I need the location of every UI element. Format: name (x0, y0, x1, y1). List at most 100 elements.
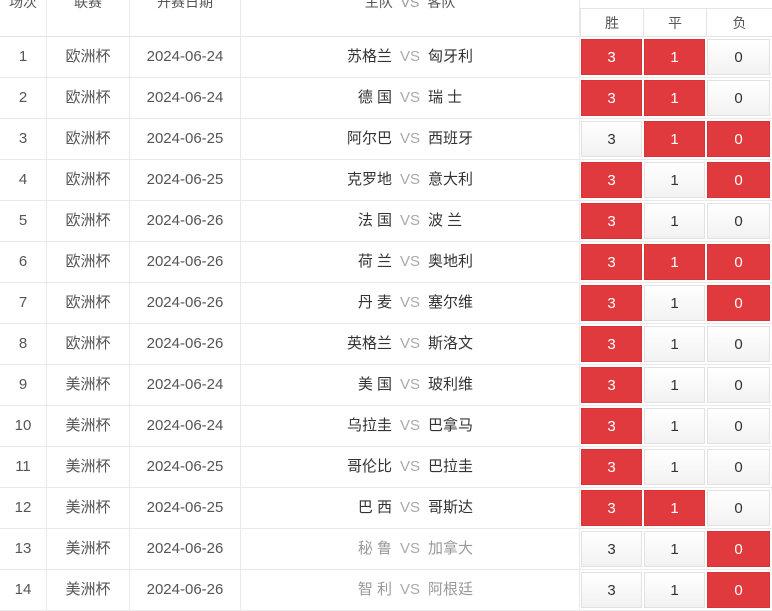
draw-odds-button[interactable]: 1 (644, 80, 705, 116)
win-odds-button[interactable]: 3 (581, 367, 642, 403)
draw-odds-button[interactable]: 1 (644, 326, 705, 362)
league-name: 美洲杯 (65, 458, 111, 475)
table-row: 5 欧洲杯 2024-06-26 法 国 VS 波 兰 310 (0, 201, 772, 242)
draw-odds-button[interactable]: 1 (644, 203, 705, 239)
win-odds-button[interactable]: 3 (581, 80, 642, 116)
vs-label: VS (399, 540, 420, 557)
header-lose: 负 (706, 8, 772, 36)
header-away: 客队 (427, 0, 456, 10)
table-row: 9 美洲杯 2024-06-24 美 国 VS 玻利维 3 1 0 (0, 365, 772, 406)
column-divider (240, 0, 241, 611)
league-name: 欧洲杯 (65, 212, 111, 229)
home-team: 法 国 (357, 212, 392, 229)
win-odds-button[interactable]: 3 (581, 244, 642, 280)
win-odds-button[interactable]: 3 (581, 39, 642, 75)
vs-label: VS (399, 48, 420, 65)
lose-odds-button[interactable]: 0 (707, 39, 770, 75)
lose-odds-button[interactable]: 0 (707, 490, 770, 526)
away-team: 意大利 (428, 171, 474, 188)
lose-odds-button[interactable]: 0 (707, 285, 770, 321)
draw-odds-button[interactable]: 1 (644, 39, 705, 75)
table-row: 14 美洲杯 2024-06-26 智 利 VS 阿根廷 3 1 0 (0, 570, 772, 611)
match-index: 11 (15, 458, 31, 475)
table-row: 8 欧洲杯 2024-06-26 英格兰 VS 斯洛文 3 1 0 (0, 324, 772, 365)
win-odds-button[interactable]: 3 (581, 449, 642, 485)
match-date: 2024-06-25 (146, 499, 224, 516)
match-date: 2024-06-25 (146, 458, 224, 475)
win-odds-button[interactable]: 3 (581, 162, 642, 198)
match-index: 3 (18, 130, 28, 147)
lose-odds-button[interactable]: 0 (707, 121, 770, 157)
match-date: 2024-06-24 (146, 48, 224, 65)
lose-odds-button[interactable]: 0 (707, 408, 770, 444)
away-team: 波 兰 (428, 212, 463, 229)
vs-label: VS (399, 376, 420, 393)
away-team: 巴拿马 (428, 417, 474, 434)
win-odds-button[interactable]: 3 (581, 408, 642, 444)
lose-odds-button[interactable]: 0 (707, 80, 770, 116)
match-table: 场次 联赛 开赛日期 主队 VS 客队 胜 平 负 1 欧洲杯 2024-06-24… (0, 0, 772, 611)
home-team: 丹 麦 (357, 294, 392, 311)
vs-label: VS (399, 581, 420, 598)
header-league: 联赛 (74, 0, 102, 10)
lose-odds-button[interactable]: 0 (707, 244, 770, 280)
league-name: 欧洲杯 (65, 130, 111, 147)
lose-odds-button[interactable]: 0 (707, 449, 770, 485)
vs-label: VS (399, 458, 420, 475)
league-name: 欧洲杯 (65, 89, 111, 106)
header-match: 主队 VS 客队 (241, 0, 579, 28)
win-odds-button[interactable]: 3 (581, 490, 642, 526)
draw-odds-button[interactable]: 1 (644, 244, 705, 280)
table-row: 3 欧洲杯 2024-06-25 阿尔巴 VS 西班牙 3 1 0 (0, 119, 772, 160)
match-index: 9 (18, 376, 28, 393)
home-team: 阿尔巴 (346, 130, 392, 147)
win-odds-button[interactable]: 3 (581, 531, 642, 567)
table-row: 10 美洲杯 2024-06-24 乌拉圭 VS 巴拿马 3 1 0 (0, 406, 772, 447)
home-team: 哥伦比 (346, 458, 392, 475)
vs-label: VS (399, 417, 420, 434)
column-divider (129, 0, 130, 611)
match-index: 4 (18, 171, 28, 188)
vs-label: VS (399, 499, 420, 516)
win-odds-button[interactable]: 3 (581, 285, 642, 321)
draw-odds-button[interactable]: 1 (644, 449, 705, 485)
match-index: 6 (18, 253, 28, 270)
home-team: 乌拉圭 (346, 417, 392, 434)
draw-odds-button[interactable]: 1 (644, 531, 705, 567)
match-index: 14 (14, 581, 32, 598)
vs-label: VS (399, 294, 420, 311)
draw-odds-button[interactable]: 1 (644, 572, 705, 608)
lose-odds-button[interactable]: 0 (707, 162, 770, 198)
draw-odds-button[interactable]: 1 (644, 367, 705, 403)
away-team: 哥斯达 (428, 499, 474, 516)
win-odds-button[interactable]: 3 (581, 326, 642, 362)
match-date: 2024-06-26 (146, 253, 224, 270)
header-draw: 平 (643, 8, 706, 36)
match-index: 7 (18, 294, 28, 311)
win-odds-button[interactable]: 3 (581, 572, 642, 608)
away-team: 塞尔维 (428, 294, 474, 311)
draw-odds-button[interactable]: 1 (644, 490, 705, 526)
away-team: 玻利维 (428, 376, 474, 393)
league-name: 欧洲杯 (65, 294, 111, 311)
draw-odds-button[interactable]: 1 (644, 121, 705, 157)
lose-odds-button[interactable]: 0 (707, 203, 770, 239)
home-team: 德 国 (357, 89, 392, 106)
draw-odds-button[interactable]: 1 (644, 285, 705, 321)
win-odds-button[interactable]: 3 (581, 121, 642, 157)
lose-odds-button[interactable]: 0 (707, 531, 770, 567)
table-row: 7 欧洲杯 2024-06-26 丹 麦 VS 塞尔维 3 1 0 (0, 283, 772, 324)
match-date: 2024-06-24 (146, 89, 224, 106)
lose-odds-button[interactable]: 0 (707, 326, 770, 362)
lose-odds-button[interactable]: 0 (707, 572, 770, 608)
table-row: 12 美洲杯 2024-06-25 巴 西 VS 哥斯达 3 1 0 (0, 488, 772, 529)
vs-label: VS (399, 253, 420, 270)
away-team: 奥地利 (428, 253, 474, 270)
home-team: 英格兰 (346, 335, 392, 352)
draw-odds-button[interactable]: 1 (644, 408, 705, 444)
vs-label: VS (399, 335, 420, 352)
match-index: 1 (18, 48, 28, 65)
win-odds-button[interactable]: 3 (581, 203, 642, 239)
draw-odds-button[interactable]: 1 (644, 162, 705, 198)
lose-odds-button[interactable]: 0 (707, 367, 770, 403)
